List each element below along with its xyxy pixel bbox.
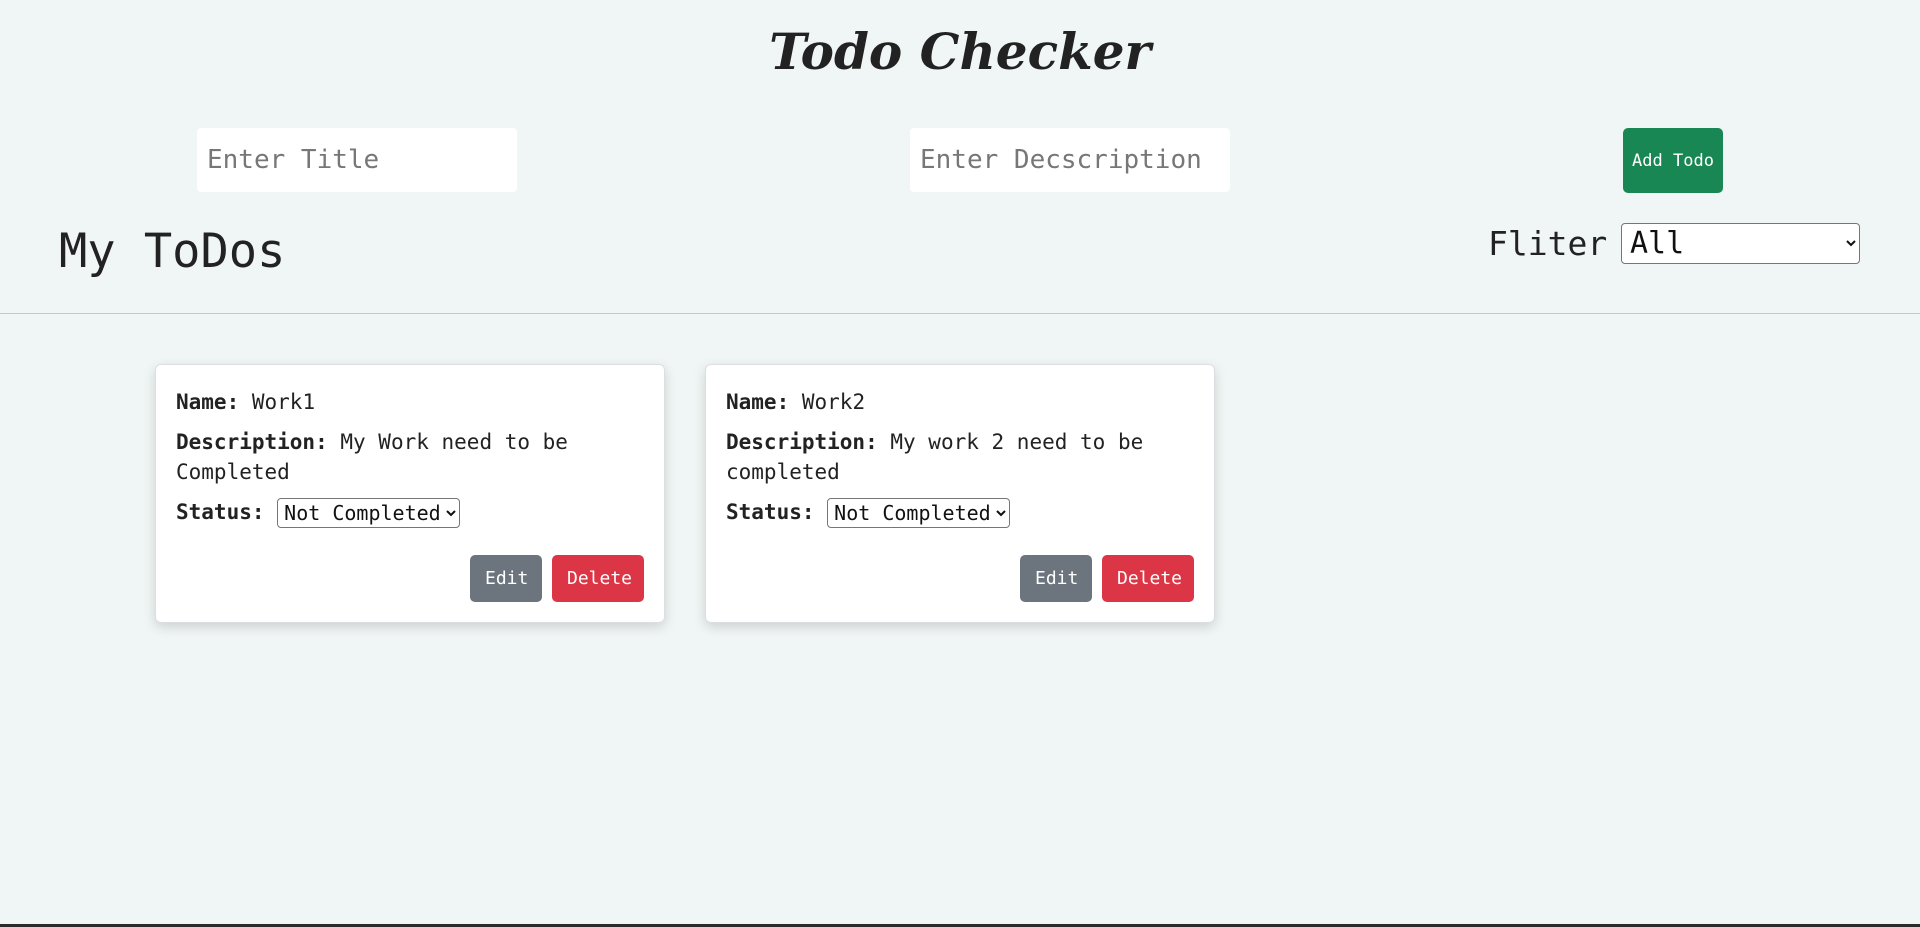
todo-card: Name: Work1 Description: My Work need to…: [155, 364, 665, 623]
todo-status-line: Status: Not Completed: [726, 497, 1194, 528]
todo-name-line: Name: Work2: [726, 387, 1194, 417]
edit-button[interactable]: Edit: [470, 555, 542, 602]
status-label: Status:: [726, 500, 815, 524]
filter-select[interactable]: All: [1621, 223, 1860, 264]
todo-card: Name: Work2 Description: My work 2 need …: [705, 364, 1215, 623]
status-select[interactable]: Not Completed: [827, 498, 1011, 528]
app-title: Todo Checker: [769, 22, 1151, 81]
delete-button[interactable]: Delete: [552, 555, 644, 602]
edit-button[interactable]: Edit: [1020, 555, 1092, 602]
add-todo-button[interactable]: Add Todo: [1623, 128, 1723, 193]
name-label: Name:: [726, 390, 790, 414]
todos-heading: My ToDos: [59, 224, 286, 279]
status-select[interactable]: Not Completed: [277, 498, 461, 528]
todo-name: Work1: [251, 390, 316, 414]
description-label: Description:: [726, 430, 878, 454]
description-label: Description:: [176, 430, 328, 454]
description-input[interactable]: [910, 128, 1230, 192]
todo-name: Work2: [801, 390, 866, 414]
filter-label: Fliter: [1488, 224, 1608, 263]
card-actions: Edit Delete: [470, 555, 644, 602]
card-actions: Edit Delete: [1020, 555, 1194, 602]
todo-status-line: Status: Not Completed: [176, 497, 644, 528]
status-label: Status:: [176, 500, 265, 524]
name-label: Name:: [176, 390, 240, 414]
todo-name-line: Name: Work1: [176, 387, 644, 417]
divider: [0, 313, 1920, 314]
todo-description-line: Description: My work 2 need to be comple…: [726, 427, 1194, 487]
todo-description-line: Description: My Work need to be Complete…: [176, 427, 644, 487]
delete-button[interactable]: Delete: [1102, 555, 1194, 602]
title-input[interactable]: [197, 128, 517, 192]
